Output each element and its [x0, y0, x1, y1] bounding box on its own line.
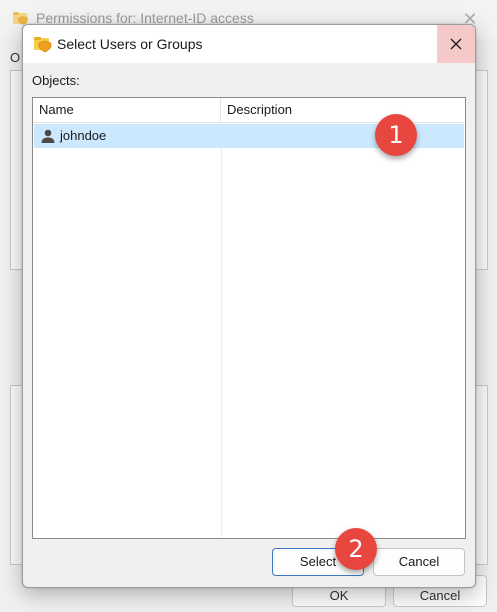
objects-list[interactable]: Name Description johndoe — [32, 97, 466, 539]
dialog-title: Select Users or Groups — [57, 36, 203, 52]
dialog-titlebar[interactable]: Select Users or Groups — [23, 25, 475, 63]
row-description-cell — [222, 124, 464, 148]
column-header-description[interactable]: Description — [221, 98, 465, 122]
parent-ok-label: OK — [329, 588, 349, 603]
cancel-button[interactable]: Cancel — [373, 548, 465, 576]
step-badge-2: 2 — [335, 528, 377, 570]
column-divider — [221, 122, 222, 538]
parent-cancel-label: Cancel — [419, 588, 461, 603]
select-users-dialog: Select Users or Groups Objects: Name Des… — [22, 24, 476, 588]
close-icon — [450, 38, 462, 50]
parent-fragment-label: O — [10, 50, 21, 65]
column-header-name[interactable]: Name — [33, 98, 221, 122]
step-badge-1: 1 — [375, 114, 417, 156]
dialog-close-button[interactable] — [437, 25, 475, 63]
shield-folder-icon — [34, 37, 52, 53]
objects-label: Objects: — [32, 73, 80, 88]
user-icon — [41, 129, 55, 143]
row-name-cell: johndoe — [60, 128, 107, 143]
